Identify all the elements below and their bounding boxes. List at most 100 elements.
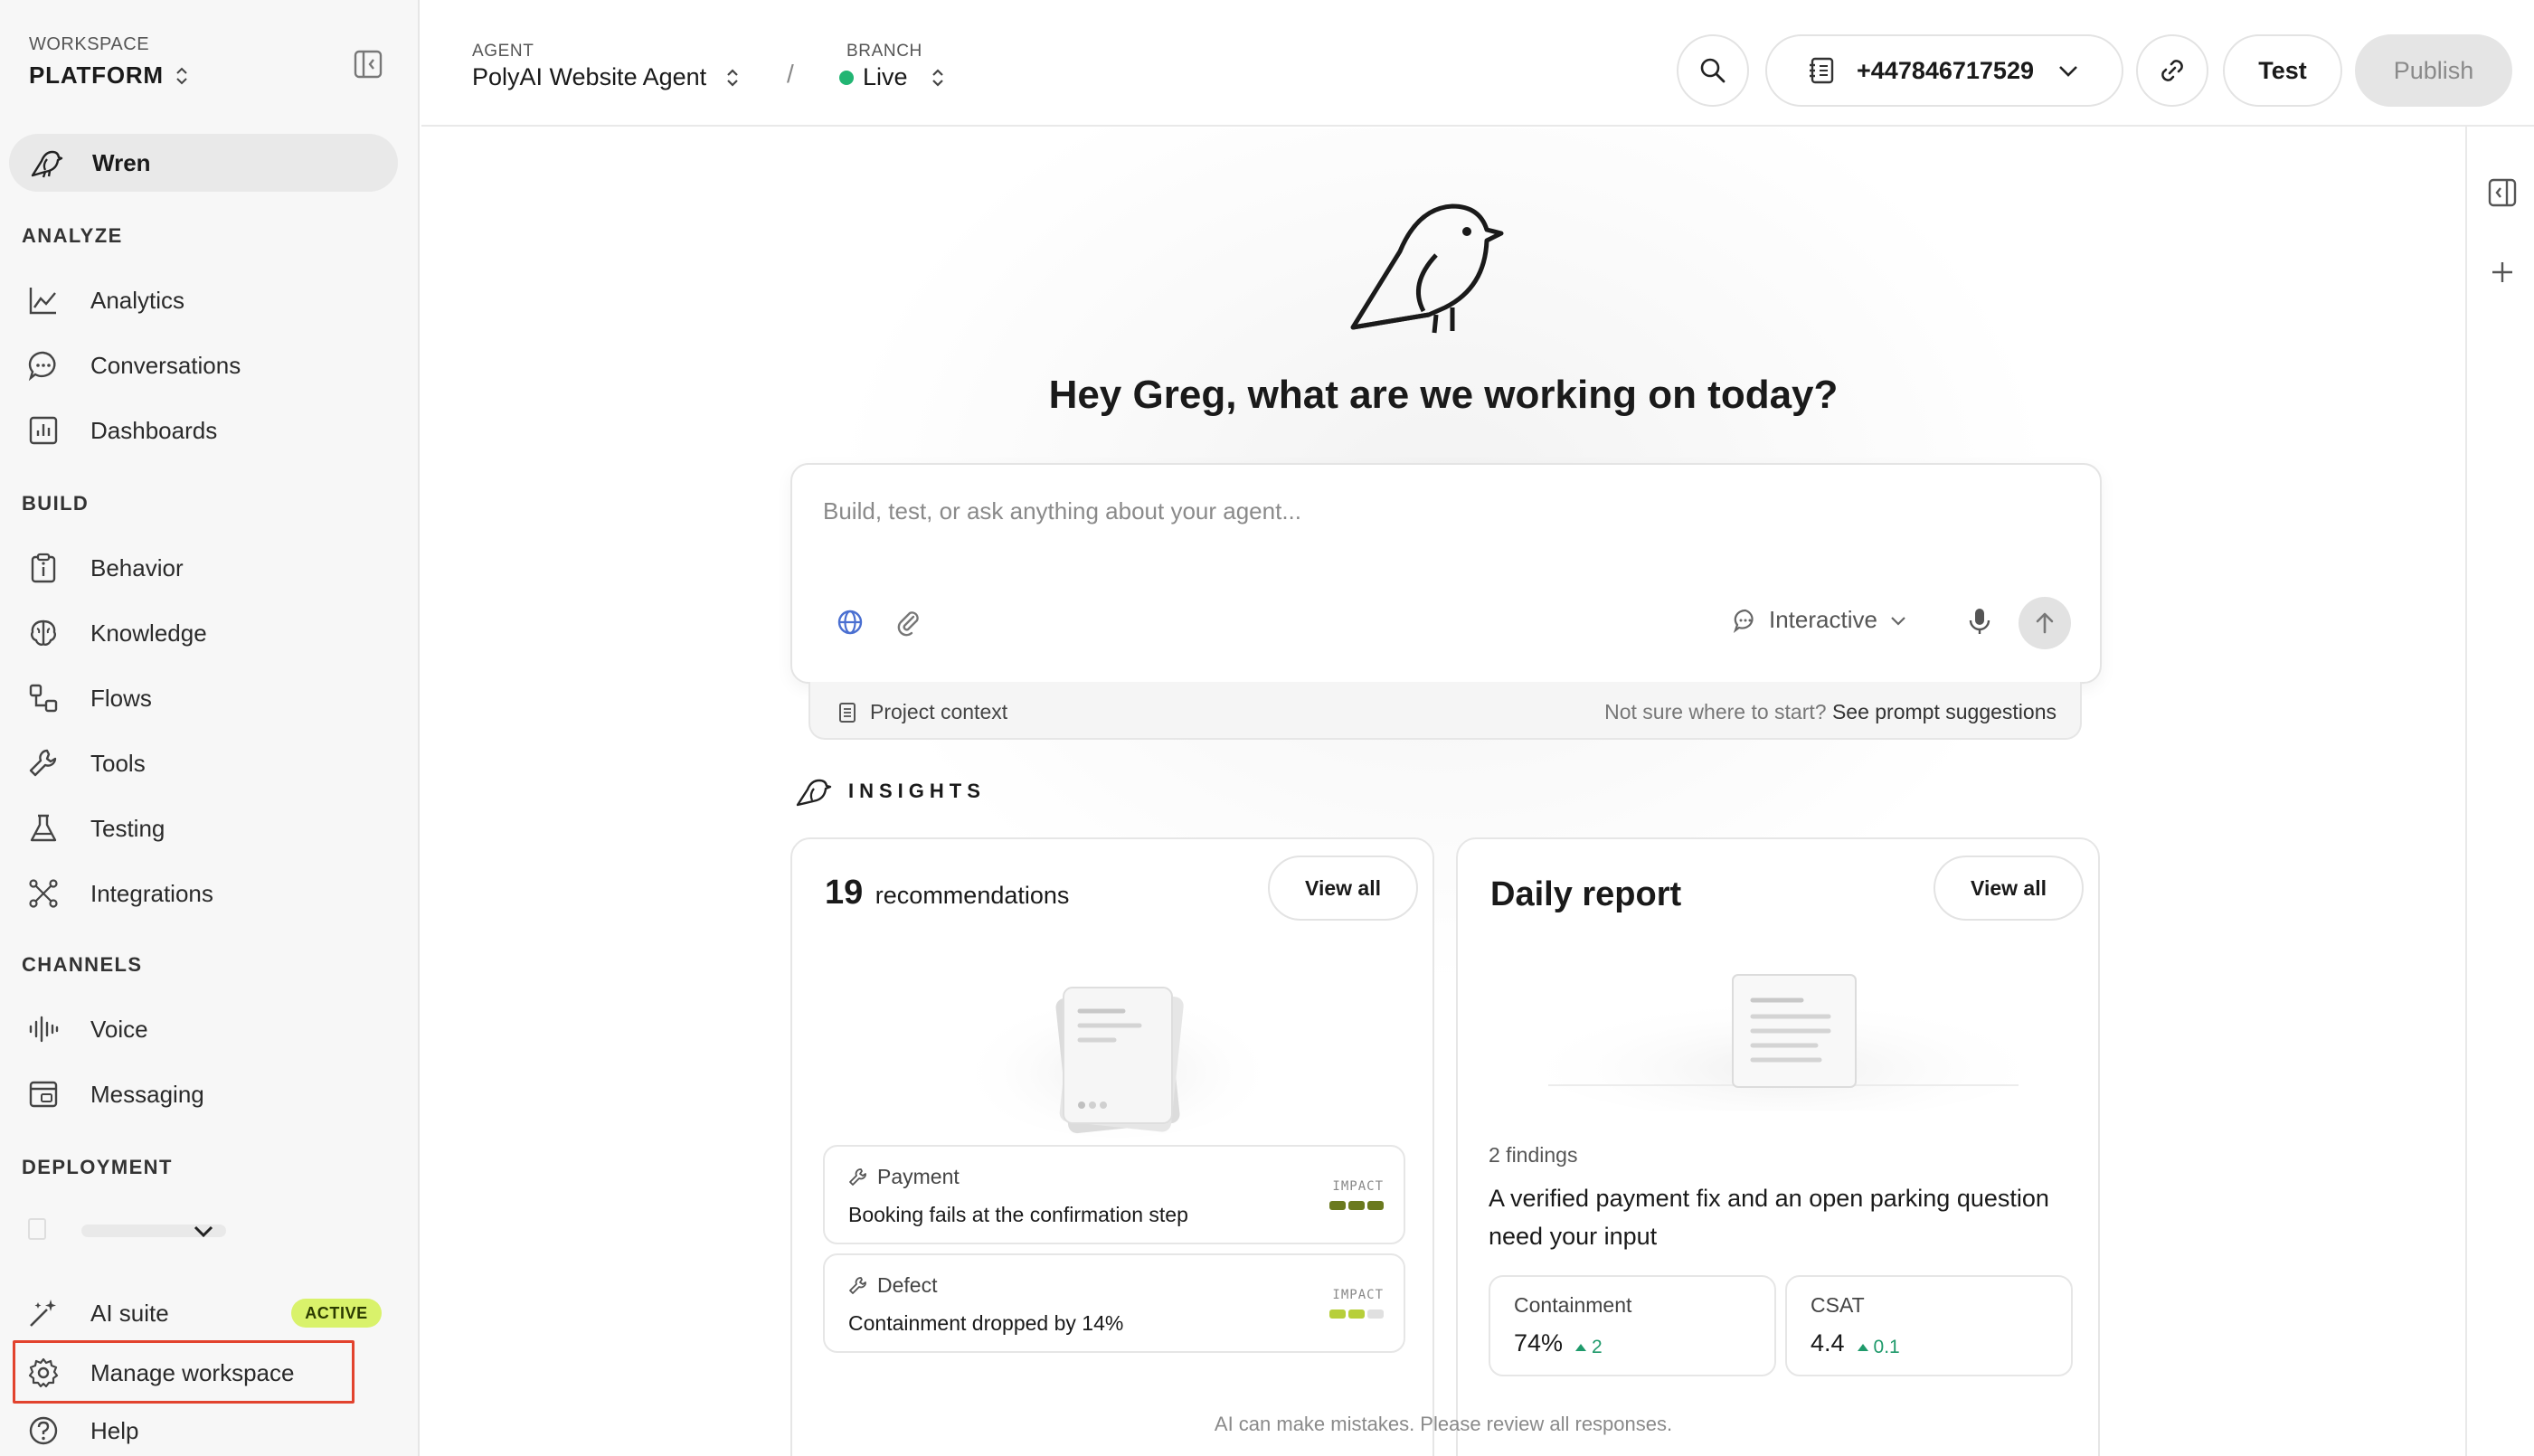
chevron-down-icon[interactable]	[190, 1217, 217, 1244]
chat-bubble-icon	[28, 351, 56, 382]
chevron-down-icon	[2059, 66, 2077, 77]
status-badge: ACTIVE	[291, 1299, 382, 1328]
agent-selector[interactable]: PolyAI Website Agent	[472, 63, 742, 91]
phone-number-selector[interactable]: +447846717529	[1765, 34, 2123, 107]
top-bar: AGENT PolyAI Website Agent / BRANCH Live…	[421, 0, 2534, 127]
brain-icon	[31, 619, 56, 646]
microphone-icon[interactable]	[1966, 606, 1993, 637]
bird-icon	[796, 779, 832, 807]
impact-bar-segment	[1348, 1309, 1365, 1319]
page-title: Hey Greg, what are we working on today?	[1048, 373, 1839, 417]
metric-label: CSAT	[1811, 1293, 1865, 1317]
recommendation-tag: Defect	[848, 1273, 937, 1298]
sidebar-item-label: Analytics	[90, 286, 185, 314]
sidebar-item-help[interactable]: Help	[9, 1405, 398, 1456]
copy-link-button[interactable]	[2136, 34, 2208, 107]
sidebar-item-analytics[interactable]: Analytics	[9, 275, 398, 326]
recommendation-tag: Payment	[848, 1165, 960, 1189]
mode-selector[interactable]: Interactive	[1733, 606, 1908, 634]
impact-bar-segment	[1329, 1201, 1346, 1210]
sidebar-item-knowledge[interactable]: Knowledge	[9, 608, 398, 658]
view-all-button[interactable]: View all	[1268, 856, 1418, 921]
metric-value: 4.4	[1811, 1329, 1845, 1357]
sidebar-item-label: Tools	[90, 749, 146, 777]
sidebar-item-messaging[interactable]: Messaging	[9, 1069, 398, 1120]
send-button[interactable]	[2019, 597, 2071, 649]
impact-label: IMPACT	[1332, 1179, 1384, 1194]
recommendations-card: 19 recommendations View all Payment Book…	[790, 837, 1434, 1456]
sidebar-item-label: AI suite	[90, 1299, 169, 1327]
recommendations-label: recommendations	[875, 882, 1070, 909]
highlight-annotation	[13, 1340, 355, 1404]
prompt-suggestions-link[interactable]: See prompt suggestions	[1832, 700, 2057, 723]
recommendation-item[interactable]: Payment Booking fails at the confirmatio…	[823, 1145, 1405, 1244]
sidebar-item-dashboards[interactable]: Dashboards	[9, 405, 398, 456]
help-circle-icon	[29, 1416, 58, 1445]
sidebar-item-label: Knowledge	[90, 619, 207, 647]
metric-delta: 2	[1592, 1337, 1603, 1357]
project-context-button[interactable]: Project context	[837, 700, 1007, 724]
sidebar-item-testing[interactable]: Testing	[9, 803, 398, 854]
sidebar-item-voice[interactable]: Voice	[9, 1004, 398, 1054]
chevron-up-down-icon	[931, 68, 943, 87]
view-all-button[interactable]: View all	[1934, 856, 2084, 921]
main-content: Hey Greg, what are we working on today? …	[421, 128, 2465, 1456]
impact-bar-segment	[1367, 1309, 1384, 1319]
sidebar-item-wren[interactable]: Wren	[9, 134, 398, 192]
recommendation-description: Containment dropped by 14%	[848, 1311, 1124, 1335]
live-status-dot	[839, 70, 854, 85]
impact-bar-segment	[1367, 1201, 1384, 1210]
recommendations-count: 19	[825, 874, 864, 912]
project-context-label: Project context	[870, 700, 1008, 723]
trend-up-icon	[1575, 1344, 1587, 1351]
section-analyze: ANALYZE	[22, 224, 123, 247]
branch-selector[interactable]: Live	[839, 63, 948, 91]
metric-delta: 0.1	[1873, 1337, 1900, 1357]
globe-icon[interactable]	[836, 608, 865, 637]
metric-csat: CSAT 4.4 0.1	[1785, 1275, 2073, 1376]
recommendations-title: 19 recommendations	[825, 874, 1069, 912]
workspace-switcher[interactable]: PLATFORM	[29, 61, 189, 90]
paperclip-icon[interactable]	[894, 608, 922, 637]
expand-panel-icon[interactable]	[2487, 177, 2518, 208]
sidebar-item-integrations[interactable]: Integrations	[9, 868, 398, 919]
insights-header: INSIGHTS	[794, 774, 986, 808]
impact-indicator: IMPACT	[1329, 1288, 1384, 1319]
agent-name: PolyAI Website Agent	[472, 63, 707, 90]
sidebar-item-label: Flows	[90, 684, 152, 712]
line-chart-icon	[29, 288, 56, 315]
section-channels: CHANNELS	[22, 953, 143, 976]
message-window-icon	[29, 1081, 58, 1108]
sidebar-item-label: Integrations	[90, 879, 213, 907]
search-button[interactable]	[1677, 34, 1749, 107]
sidebar-item-conversations[interactable]: Conversations	[9, 340, 398, 391]
wrench-icon	[29, 749, 57, 777]
dashboard-icon	[29, 416, 58, 445]
recommendation-item[interactable]: Defect Containment dropped by 14% IMPACT	[823, 1253, 1405, 1353]
phone-book-icon	[1810, 57, 1834, 84]
sidebar: WORKSPACE PLATFORM Wren ANALYZE Analytic…	[0, 0, 420, 1456]
suggestion-prefix: Not sure where to start?	[1604, 700, 1827, 723]
chevron-down-icon	[1891, 616, 1905, 626]
documents-illustration	[955, 975, 1281, 1138]
prompt-input[interactable]	[823, 497, 1999, 525]
daily-report-title: Daily report	[1490, 875, 1682, 913]
sidebar-item-flows[interactable]: Flows	[9, 673, 398, 723]
impact-bar-segment	[1348, 1201, 1365, 1210]
chevron-up-down-icon	[176, 67, 187, 84]
sidebar-item-tools[interactable]: Tools	[9, 738, 398, 789]
collapse-sidebar-icon[interactable]	[353, 49, 383, 80]
recommendation-description: Booking fails at the confirmation step	[848, 1203, 1188, 1226]
workspace-label: WORKSPACE	[29, 34, 150, 54]
sidebar-item-label: Messaging	[90, 1080, 204, 1108]
sidebar-item-behavior[interactable]: Behavior	[9, 543, 398, 593]
section-build: BUILD	[22, 492, 90, 515]
sidebar-item-label: Dashboards	[90, 416, 218, 444]
impact-bar-segment	[1329, 1309, 1346, 1319]
plus-icon[interactable]	[2489, 259, 2516, 286]
publish-button[interactable]: Publish	[2355, 34, 2512, 107]
workspace-name: PLATFORM	[29, 61, 164, 89]
impact-indicator: IMPACT	[1329, 1179, 1384, 1210]
test-button[interactable]: Test	[2223, 34, 2342, 107]
branch-label: BRANCH	[846, 42, 922, 61]
